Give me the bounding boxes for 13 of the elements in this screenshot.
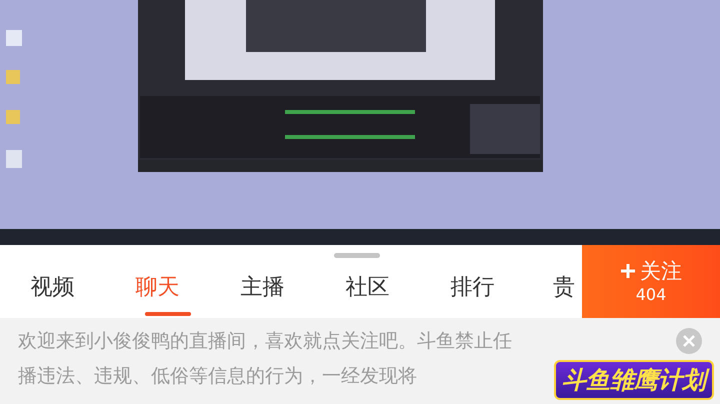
tab[interactable]: 主播 [210,257,315,318]
drag-handle[interactable] [334,253,380,258]
tab[interactable]: 贵 [525,257,582,318]
tab[interactable]: 聊天 [105,257,210,318]
tab[interactable]: 社区 [315,257,420,318]
notice-text: 欢迎来到小俊俊鸭的直播间，喜欢就点关注吧。斗鱼禁止任 [18,329,512,354]
close-icon [683,335,695,347]
close-button[interactable] [676,328,702,354]
plus-icon [620,262,636,278]
promo-badge[interactable]: 斗鱼雏鹰计划 [554,360,714,400]
notice-text: 播违法、违规、低俗等信息的行为，一经发现将 [18,364,417,389]
tab[interactable]: 排行 [420,257,525,318]
tab[interactable]: 视频 [0,257,105,318]
